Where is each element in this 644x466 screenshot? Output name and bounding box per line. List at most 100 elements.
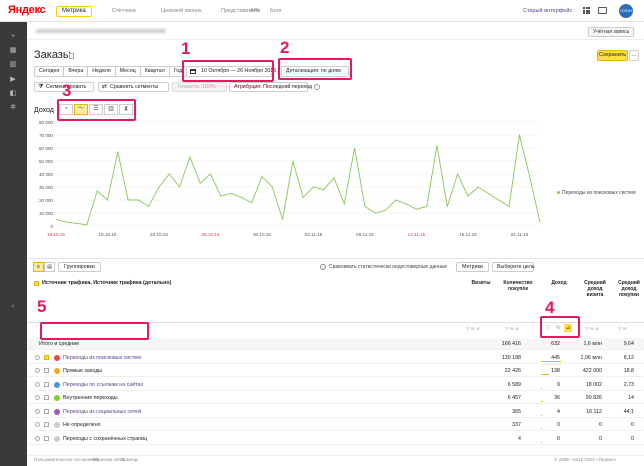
series-line-search[interactable] [55, 134, 541, 226]
old-interface-link[interactable]: Старый интерфейс [523, 8, 572, 14]
table-row[interactable]: Внутренние переходы 6 457 36 90 826 14 2 523 [27, 392, 644, 404]
period-month[interactable]: Месяц [115, 67, 141, 76]
data-point[interactable] [457, 173, 459, 175]
data-point[interactable] [446, 206, 448, 207]
expand-icon[interactable] [35, 381, 40, 387]
data-point[interactable] [488, 193, 490, 194]
data-point[interactable] [374, 212, 376, 214]
data-point[interactable] [343, 203, 345, 205]
metrika-button[interactable]: Метрика [56, 6, 92, 17]
data-point[interactable] [106, 199, 108, 201]
reports-icon[interactable]: ▥ [9, 61, 17, 68]
data-point[interactable] [312, 186, 314, 188]
row-label[interactable]: Переходы по ссылкам на сайтах [63, 379, 143, 391]
data-point[interactable] [364, 206, 366, 207]
row-checkbox[interactable] [44, 368, 49, 373]
avatar[interactable]: ОЗОН [619, 4, 633, 18]
visits-sort-icons[interactable]: ▽ % ⊿ [466, 326, 480, 332]
data-point[interactable] [251, 202, 253, 204]
row-label[interactable]: Переходы с сохранённых страниц [63, 433, 147, 445]
data-point[interactable] [436, 144, 438, 146]
table-row[interactable]: Переходы из поисковых систем 130 188 445 1,… [27, 352, 644, 364]
chart-legend[interactable]: Переходы из поисковых систем [557, 190, 636, 196]
dashboard-icon[interactable]: ▦ [9, 47, 17, 54]
data-point[interactable] [240, 196, 242, 198]
col-avg-purchase-income-header[interactable]: Средний доход покупки [614, 280, 644, 298]
row-checkbox[interactable] [44, 395, 49, 400]
data-point[interactable] [127, 199, 129, 201]
data-point[interactable] [230, 193, 232, 194]
data-point[interactable] [117, 151, 119, 153]
webvisor-icon[interactable]: ▶ [9, 76, 17, 83]
data-point[interactable] [467, 195, 469, 197]
data-point[interactable] [168, 173, 170, 175]
maps-icon[interactable]: ◧ [9, 90, 17, 97]
settings-icon[interactable]: ✲ [9, 104, 17, 111]
row-checkbox[interactable] [44, 422, 49, 427]
footer-help-link[interactable]: Помощь [121, 457, 138, 462]
row-checkbox[interactable] [44, 435, 49, 441]
row-label[interactable]: Переходы из социальных сетей [63, 406, 141, 418]
data-point[interactable] [179, 186, 181, 188]
period-yesterday[interactable]: Вчера [64, 67, 89, 76]
period-week[interactable]: Неделя [88, 67, 116, 76]
footer-agreement-link[interactable]: Пользовательское соглашение [34, 457, 99, 462]
data-point[interactable] [282, 219, 284, 220]
data-point[interactable] [385, 209, 387, 211]
data-point[interactable] [189, 156, 191, 158]
accuracy-select[interactable]: Точность: 100% [172, 82, 227, 92]
expand-icon[interactable] [35, 422, 40, 427]
data-point[interactable] [55, 219, 57, 220]
period-quarter[interactable]: Квартал [140, 67, 170, 76]
data-point[interactable] [86, 224, 88, 226]
help-icon[interactable] [314, 84, 320, 90]
more-button[interactable]: … [629, 50, 639, 61]
nav-blog[interactable]: Блог [270, 8, 282, 14]
data-point[interactable] [148, 206, 150, 207]
data-point[interactable] [498, 199, 500, 201]
expand-icon[interactable] [35, 368, 40, 373]
nav-target-call[interactable]: Целевой звонок [161, 8, 202, 14]
avg-purchase-sort-icons[interactable]: ▽ % [618, 326, 627, 332]
col-visits-header[interactable]: Визиты [464, 280, 498, 286]
row-checkbox[interactable] [44, 381, 49, 387]
data-point[interactable] [158, 186, 160, 188]
goal-select[interactable]: Выберите цель [492, 262, 535, 272]
data-point[interactable] [292, 160, 294, 162]
data-point[interactable] [426, 206, 428, 207]
table-row[interactable]: Переходы из социальных сетей 365 4 16 112 44… [27, 406, 644, 418]
data-point[interactable] [395, 199, 397, 201]
expand-icon[interactable] [35, 435, 40, 441]
data-point[interactable] [477, 186, 479, 188]
data-point[interactable] [65, 221, 67, 223]
row-checkbox[interactable] [44, 354, 49, 360]
nav-counters[interactable]: Счётчики [112, 8, 136, 14]
select-all-checkbox[interactable] [34, 281, 39, 286]
flat-view-icon[interactable]: ▤ [44, 262, 55, 272]
table-row[interactable]: Переходы с сохранённых страниц40000 [27, 433, 644, 445]
yandex-logo[interactable]: Яндекс [8, 4, 46, 16]
data-point[interactable] [76, 222, 78, 224]
period-today[interactable]: Сегодня [35, 67, 65, 76]
data-point[interactable] [137, 199, 139, 201]
table-row[interactable]: Переходы по ссылкам на сайтах 6 589 9 18 00… [27, 379, 644, 391]
data-point[interactable] [209, 173, 211, 175]
metrics-button[interactable]: Метрики [456, 262, 489, 272]
data-point[interactable] [405, 203, 407, 205]
compare-segments-button[interactable]: ⇄ Сравнить сегменты [98, 82, 169, 92]
table-row[interactable]: Прямые заходы 22 426 138 422 000 18,8 3 057 [27, 365, 644, 377]
col-purchases-header[interactable]: Количество покупок [500, 280, 536, 292]
table-row[interactable]: Не определено3370000 [27, 419, 644, 431]
row-label[interactable]: Внутренние переходы [63, 392, 118, 404]
dimension-column-header[interactable]: Источник трафика, Источник трафика (дета… [42, 280, 171, 286]
expand-icon[interactable] [35, 395, 40, 400]
collapse-sidebar-icon[interactable]: ‹ [9, 303, 17, 310]
groupings-button[interactable]: Группировки [58, 262, 101, 272]
data-point[interactable] [302, 196, 304, 198]
tree-view-icon[interactable]: ≡ [33, 262, 44, 272]
data-point[interactable] [508, 206, 510, 207]
col-income-header[interactable]: Доход [540, 280, 578, 286]
save-button[interactable]: Сохранить [597, 50, 628, 61]
col-avg-visit-income-header[interactable]: Средний доход визита [580, 280, 610, 298]
data-point[interactable] [333, 177, 335, 179]
